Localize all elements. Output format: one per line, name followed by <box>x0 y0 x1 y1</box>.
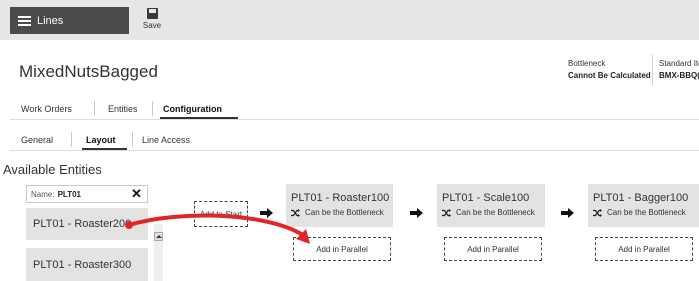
hamburger-icon <box>18 15 31 26</box>
stat-divider <box>652 55 653 85</box>
annotation-curve <box>127 213 308 239</box>
name-filter-label: Name: <box>31 189 55 199</box>
tab-divider <box>152 101 153 116</box>
node-subtitle-row: Can be the Bottleneck <box>593 208 699 217</box>
page-title: MixedNutsBagged <box>19 62 158 81</box>
bottleneck-label: Bottleneck <box>568 59 606 68</box>
node-title: PLT01 - Scale100 <box>442 192 530 204</box>
tab-entities[interactable]: Entities <box>108 104 138 114</box>
subtab-line-access[interactable]: Line Access <box>142 135 190 145</box>
tab-divider <box>94 101 95 116</box>
bottleneck-value: Cannot Be Calculated <box>568 71 651 80</box>
add-in-parallel-label: Add in Parallel <box>618 244 670 254</box>
add-in-parallel-label: Add in Parallel <box>316 244 368 254</box>
layout-node-scale100[interactable]: PLT01 - Scale100 Can be the Bottleneck <box>437 184 545 227</box>
add-in-parallel-label: Add in Parallel <box>467 244 519 254</box>
node-subtitle: Can be the Bottleneck <box>456 208 535 217</box>
subtab-divider <box>71 132 72 147</box>
layout-node-bagger100[interactable]: PLT01 - Bagger100 Can be the Bottleneck <box>588 184 699 227</box>
subtab-general[interactable]: General <box>21 135 53 145</box>
name-filter-input[interactable]: Name: PLT01 <box>26 185 148 203</box>
save-disk-icon <box>146 8 158 19</box>
entity-label: PLT01 - Roaster200 <box>33 218 132 230</box>
available-entities-title: Available Entities <box>3 162 102 177</box>
add-in-parallel-button[interactable]: Add in Parallel <box>595 237 693 261</box>
subtab-divider <box>132 132 133 147</box>
arrow-right-icon <box>410 208 423 218</box>
name-filter-value: PLT01 <box>57 189 81 199</box>
tabs-divider <box>10 119 699 120</box>
subtabs-divider <box>10 150 699 151</box>
arrow-right-icon <box>561 208 574 218</box>
save-label: Save <box>142 21 162 30</box>
lines-menu-button[interactable]: Lines <box>10 7 129 34</box>
shuffle-icon <box>442 208 451 217</box>
node-subtitle-row: Can be the Bottleneck <box>442 208 545 217</box>
drag-annotation-arrow <box>125 213 310 244</box>
standard-item-label: Standard Ite <box>659 59 699 68</box>
entity-label: PLT01 - Roaster300 <box>33 258 132 271</box>
tab-work-orders[interactable]: Work Orders <box>21 104 72 114</box>
node-subtitle: Can be the Bottleneck <box>607 208 686 217</box>
clear-filter-icon[interactable]: ✕ <box>131 186 142 202</box>
tab-configuration[interactable]: Configuration <box>163 104 222 114</box>
shuffle-icon <box>593 208 602 217</box>
add-in-parallel-button[interactable]: Add in Parallel <box>444 237 542 261</box>
subtab-layout[interactable]: Layout <box>86 135 116 145</box>
entity-card-roaster300[interactable]: PLT01 - Roaster300 <box>26 248 148 281</box>
save-button[interactable]: Save <box>139 6 165 36</box>
node-title: PLT01 - Bagger100 <box>593 192 689 204</box>
node-title: PLT01 - Roaster100 <box>291 192 390 204</box>
standard-item-value: BMX-BBQ(E <box>659 71 699 80</box>
lines-menu-label: Lines <box>37 14 64 27</box>
